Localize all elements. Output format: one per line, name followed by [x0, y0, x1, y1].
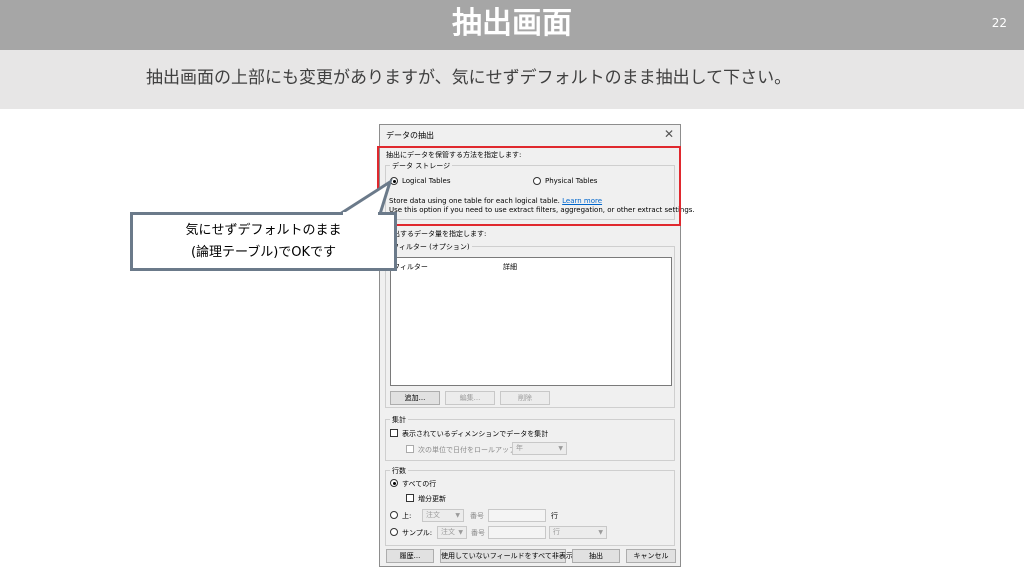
callout-pointer-cover	[343, 212, 378, 215]
